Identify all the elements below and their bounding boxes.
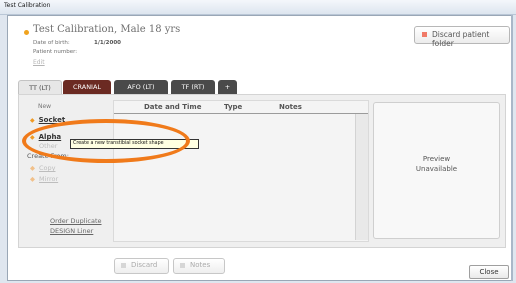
arrow-icon: ◆ — [30, 164, 35, 172]
sidebar: New ◆ Socket ◆ Alpha Other Create From: ◆ C… — [19, 95, 112, 247]
new-label: New — [38, 103, 52, 110]
patient-name: Test Calibration, Male 18 yrs — [33, 24, 181, 35]
dob-value: 1/1/2000 — [94, 40, 121, 46]
preview-text-line2: Unavailable — [415, 165, 458, 173]
tab-afo-lt[interactable]: AFO (LT) — [114, 80, 168, 94]
column-type[interactable]: Type — [224, 103, 242, 111]
discard-folder-label: Discard patient folder — [432, 30, 490, 48]
tab-tt-lt[interactable]: TT (LT) — [18, 80, 62, 95]
edit-patient-link[interactable]: Edit — [33, 59, 45, 66]
column-date-time[interactable]: Date and Time — [144, 103, 201, 111]
discard-patient-folder-button[interactable]: Discard patient folder — [414, 26, 510, 48]
patient-header: Test Calibration, Male 18 yrs Date of bi… — [8, 16, 511, 66]
discard-label: Discard — [131, 261, 158, 269]
main-window: Test Calibration, Male 18 yrs Date of bi… — [7, 15, 513, 281]
window-edge — [511, 15, 513, 281]
discard-icon — [121, 263, 126, 268]
notes-label: Notes — [190, 261, 211, 269]
preview-text-line1: Preview — [422, 155, 451, 163]
dob-label: Date of birth: — [33, 40, 70, 46]
close-button[interactable]: Close — [469, 265, 509, 279]
notes-icon — [180, 263, 185, 268]
arrow-icon: ◆ — [30, 117, 35, 124]
patient-number-label: Patient number: — [33, 49, 78, 55]
discard-folder-icon — [422, 32, 427, 37]
title-bar: Test Calibration — [0, 0, 516, 15]
add-tab-button[interactable]: + — [218, 80, 237, 94]
preview-pane: Preview Unavailable — [373, 102, 500, 239]
order-duplicate-design-liner-link[interactable]: Order Duplicate DESIGN Liner — [50, 216, 102, 236]
tab-cranial[interactable]: CRANIAL — [63, 80, 111, 94]
list-header: Date and Time Type Notes — [114, 101, 368, 114]
copy-link[interactable]: ◆ Copy — [30, 164, 56, 172]
tab-tf-rt[interactable]: TF (RT) — [171, 80, 215, 94]
column-notes[interactable]: Notes — [279, 103, 302, 111]
arrow-icon: ◆ — [30, 175, 35, 183]
highlight-ellipse — [22, 119, 190, 163]
discard-button[interactable]: Discard — [114, 258, 169, 274]
patient-status-dot — [24, 30, 29, 35]
list-scrollbar[interactable] — [355, 114, 368, 240]
window-title: Test Calibration — [4, 2, 51, 9]
notes-button[interactable]: Notes — [173, 258, 225, 274]
design-list[interactable]: Date and Time Type Notes — [113, 100, 369, 242]
content-panel: New ◆ Socket ◆ Alpha Other Create From: ◆ C… — [18, 94, 506, 248]
mirror-link[interactable]: ◆ Mirror — [30, 175, 58, 183]
